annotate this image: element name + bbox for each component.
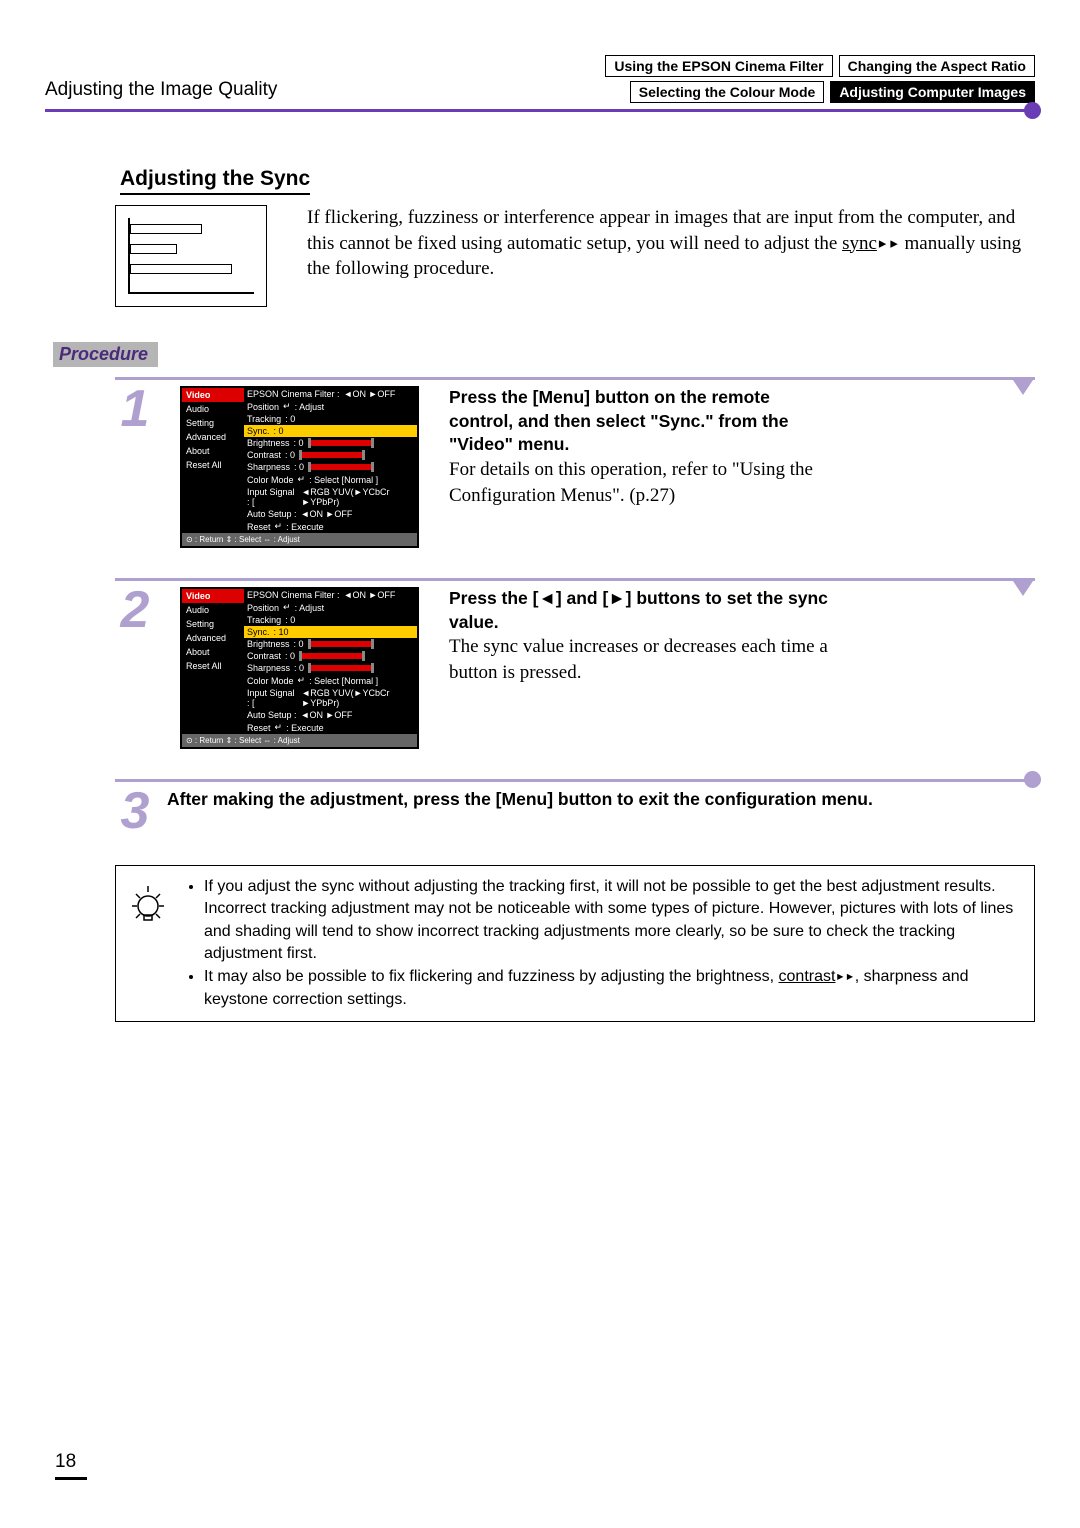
tab-colour-mode[interactable]: Selecting the Colour Mode (630, 81, 825, 103)
sync-diagram (115, 205, 267, 307)
glossary-icon: ▸▸ (835, 966, 854, 985)
page-title: Adjusting the Image Quality (45, 79, 277, 103)
step-1: 1 Video Audio Setting Advanced About Res… (115, 377, 1035, 548)
glossary-icon: ▸▸ (877, 232, 900, 254)
menu-screenshot-2: Video Audio Setting Advanced About Reset… (180, 587, 419, 749)
tip-bulb-icon (124, 876, 172, 1011)
tab-aspect-ratio[interactable]: Changing the Aspect Ratio (839, 55, 1035, 77)
glossary-contrast[interactable]: contrast (779, 968, 836, 985)
page-number: 18 (55, 1451, 87, 1480)
section-title: Adjusting the Sync (120, 167, 310, 195)
step-3: 3 After making the adjustment, press the… (115, 779, 1035, 835)
menu-screenshot-1: Video Audio Setting Advanced About Reset… (180, 386, 419, 548)
step-3-number: 3 (115, 788, 155, 835)
header-rule (45, 109, 1035, 112)
step-2-instruction: Press the [◄] and [►] buttons to set the… (449, 587, 829, 634)
step-3-instruction: After making the adjustment, press the [… (167, 788, 873, 811)
tip-box: If you adjust the sync without adjusting… (115, 865, 1035, 1022)
tip-2: It may also be possible to fix flickerin… (204, 965, 1020, 1011)
step-1-number: 1 (115, 386, 155, 433)
tab-computer-images[interactable]: Adjusting Computer Images (830, 81, 1035, 103)
procedure-label: Procedure (53, 342, 158, 367)
left-arrow-icon: ◄ (538, 588, 555, 608)
step-2-number: 2 (115, 587, 155, 634)
tab-cinema-filter[interactable]: Using the EPSON Cinema Filter (605, 55, 832, 77)
intro-text: If flickering, fuzziness or interference… (307, 205, 1035, 282)
step-2: 2 Video Audio Setting Advanced About Res… (115, 578, 1035, 749)
right-arrow-icon: ► (608, 588, 625, 608)
step-1-instruction: Press the [Menu] button on the remote co… (449, 386, 829, 457)
glossary-sync[interactable]: sync (842, 233, 877, 254)
step-1-detail: For details on this operation, refer to … (449, 457, 829, 508)
tab-box: Using the EPSON Cinema Filter Changing t… (605, 55, 1035, 103)
step-2-detail: The sync value increases or decreases ea… (449, 634, 829, 685)
tip-1: If you adjust the sync without adjusting… (204, 876, 1020, 966)
